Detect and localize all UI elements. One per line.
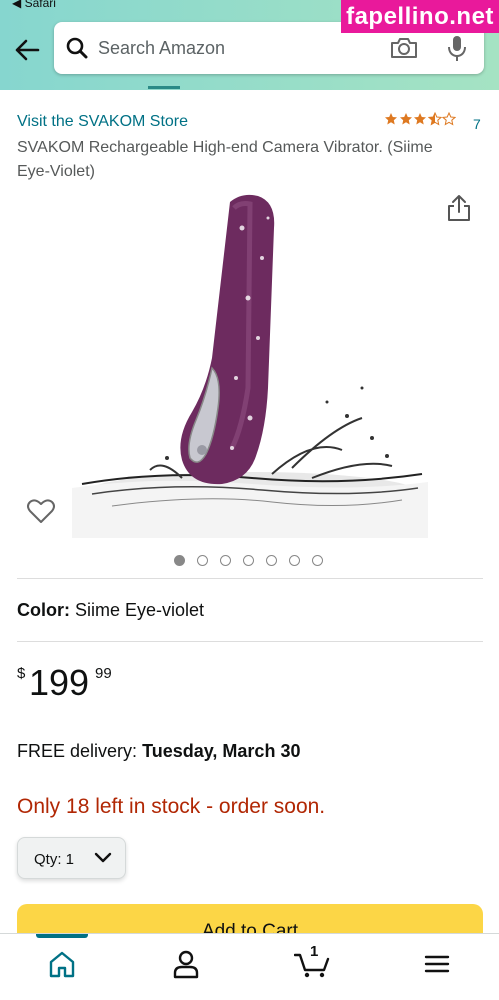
quantity-label: Qty: 1 — [34, 851, 75, 868]
active-tab-indicator — [36, 934, 88, 938]
search-icon — [66, 37, 88, 59]
star-half-icon — [427, 112, 442, 126]
star-rating[interactable] — [384, 112, 457, 130]
star-full-icon — [414, 113, 426, 125]
price-symbol: $ — [17, 665, 26, 682]
price-whole: 199 — [29, 662, 90, 703]
search-input[interactable] — [98, 36, 378, 60]
image-carousel-dots[interactable] — [174, 555, 335, 567]
star-full-icon — [399, 113, 412, 125]
home-icon[interactable] — [48, 949, 76, 979]
camera-icon[interactable] — [390, 36, 418, 60]
delivery-info: FREE delivery: Tuesday, March 30 — [17, 741, 300, 762]
color-selection[interactable]: Color: Siime Eye-violet — [17, 600, 204, 621]
product-image[interactable] — [72, 188, 428, 538]
cart-button[interactable]: 1 — [293, 943, 332, 979]
hamburger-menu-icon[interactable] — [423, 949, 451, 979]
star-empty-icon — [442, 112, 456, 126]
quantity-dropdown[interactable]: Qty: 1 — [17, 837, 126, 879]
carousel-dot-2[interactable] — [197, 555, 208, 566]
back-arrow-icon[interactable] — [12, 35, 42, 65]
store-link[interactable]: Visit the SVAKOM Store — [17, 113, 188, 131]
carousel-dot-4[interactable] — [243, 555, 254, 566]
product-title: SVAKOM Rechargeable High-end Camera Vibr… — [17, 139, 433, 180]
color-label: Color: — [17, 600, 70, 620]
chevron-down-icon — [94, 852, 112, 863]
status-back-to-safari[interactable]: ◀ Safari — [12, 0, 56, 10]
divider — [17, 641, 483, 642]
carousel-dot-7[interactable] — [312, 555, 323, 566]
color-value: Siime Eye-violet — [75, 600, 205, 620]
divider — [17, 578, 483, 579]
cart-count-badge: 1 — [310, 943, 319, 960]
carousel-dot-3[interactable] — [220, 555, 231, 566]
carousel-dot-1[interactable] — [174, 555, 185, 566]
bottom-navigation: 1 — [0, 933, 499, 1000]
person-icon[interactable] — [172, 949, 200, 979]
carousel-dot-5[interactable] — [266, 555, 277, 566]
rating-count[interactable]: 7 — [473, 116, 481, 132]
heart-wishlist-icon[interactable] — [26, 497, 56, 525]
header-accent-strip — [148, 86, 180, 89]
delivery-prefix: FREE delivery: — [17, 741, 138, 761]
share-icon[interactable] — [446, 194, 472, 222]
price-fraction: 99 — [95, 665, 112, 682]
delivery-date: Tuesday, March 30 — [142, 741, 301, 761]
microphone-icon[interactable] — [446, 35, 468, 62]
star-full-icon — [385, 113, 397, 125]
carousel-dot-6[interactable] — [289, 555, 300, 566]
stock-message: Only 18 left in stock - order soon. — [17, 795, 326, 818]
watermark-overlay: fapellino.net — [341, 0, 499, 33]
